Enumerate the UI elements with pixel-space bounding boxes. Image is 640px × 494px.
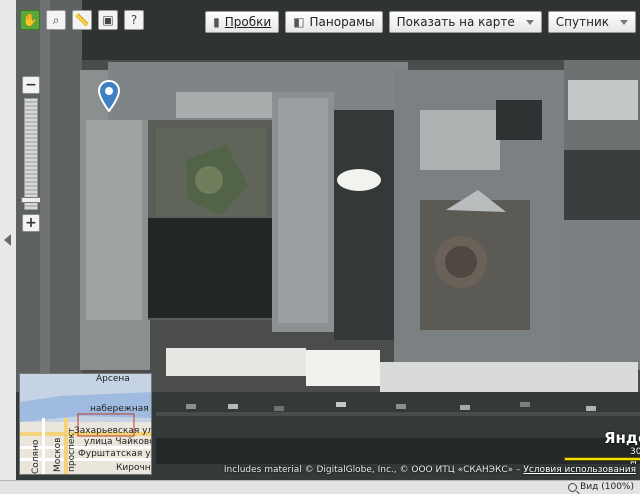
map-layer-label: Спутник	[555, 15, 609, 29]
overview-minimap[interactable]: Арсена набережная Ро Захарьевская ул ули…	[19, 373, 152, 475]
print-button[interactable]: ▣	[98, 10, 118, 30]
question-pointer-icon: ?	[130, 13, 138, 27]
copyright-notice: Includes material © DigitalGlobe, Inc., …	[224, 465, 636, 475]
minimap-label-furshtatskaya: Фурштатская ул	[78, 449, 152, 459]
collapse-arrow-icon	[4, 234, 11, 246]
left-panel-toggle[interactable]	[0, 0, 17, 480]
map-layer-dropdown[interactable]: Спутник	[547, 11, 636, 33]
traffic-label: Пробки	[224, 15, 272, 29]
show-on-map-dropdown[interactable]: Показать на карте	[388, 11, 542, 33]
help-button[interactable]: ?	[124, 10, 144, 30]
magnifier-icon: ⌕	[52, 12, 60, 27]
zoom-slider-handle[interactable]	[21, 196, 41, 203]
zoom-area-button[interactable]: ⌕	[46, 10, 66, 30]
minimap-label-tchaikovsky: улица Чайковс	[84, 437, 152, 447]
zoom-out-button[interactable]: −	[22, 76, 40, 94]
zoom-slider-track[interactable]	[24, 98, 38, 210]
placemark-pin-icon[interactable]	[98, 80, 120, 112]
panoramas-label: Панорамы	[309, 15, 375, 29]
ruler-icon: 📏	[74, 13, 90, 27]
copyright-text: Includes material © DigitalGlobe, Inc., …	[223, 465, 521, 475]
minimap-label-prospekt: проспект	[67, 427, 77, 472]
minimap-label-moskov: Москов	[53, 437, 63, 472]
map-app: Яндекс 30 м Includes material © DigitalG…	[0, 0, 640, 494]
traffic-light-icon: ▮	[213, 15, 220, 29]
minimap-label-embankment: набережная Ро	[90, 404, 151, 414]
terms-of-use-link[interactable]: Условия использования	[523, 465, 636, 475]
chevron-down-icon	[525, 19, 534, 25]
scale-bar	[564, 457, 640, 461]
map-top-controls: ▮ Пробки ◧ Панорамы Показать на карте Сп…	[205, 11, 636, 33]
chevron-down-icon	[620, 19, 628, 25]
status-zoom-label: Вид (100%)	[580, 482, 634, 492]
status-zoom-control[interactable]: Вид (100%)	[568, 481, 634, 494]
traffic-button[interactable]: ▮ Пробки	[205, 11, 280, 33]
minimap-label-zakharyevskaya: Захарьевская ул	[74, 426, 152, 436]
panoramas-button[interactable]: ◧ Панорамы	[285, 11, 383, 33]
minimap-label-kirochnaya: Кирочна	[116, 463, 151, 473]
hand-icon: ✋	[22, 13, 38, 27]
zoom-in-button[interactable]: +	[22, 214, 40, 232]
panorama-icon: ◧	[293, 15, 305, 29]
show-on-map-label: Показать на карте	[396, 15, 515, 29]
browser-status-bar: Вид (100%)	[0, 480, 640, 494]
minimap-label-solyano: Соляно	[31, 439, 41, 474]
zoom-magnifier-icon	[568, 483, 578, 492]
hand-tool-button[interactable]: ✋	[20, 10, 40, 30]
printer-icon: ▣	[102, 13, 114, 27]
yandex-logo[interactable]: Яндекс	[604, 429, 640, 447]
map-tools: ✋ ⌕ 📏 ▣ ?	[20, 10, 144, 30]
minimap-label-arsenal: Арсена	[96, 374, 130, 384]
ruler-button[interactable]: 📏	[72, 10, 92, 30]
